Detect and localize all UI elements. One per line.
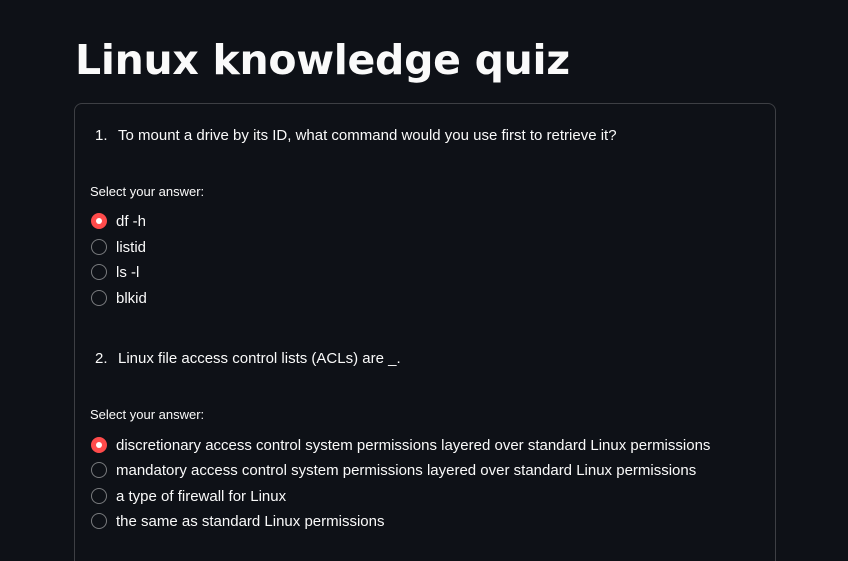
question-text: Linux file access control lists (ACLs) a… bbox=[118, 350, 401, 367]
question-2: 2. Linux file access control lists (ACLs)… bbox=[95, 350, 401, 367]
page-title: Linux knowledge quiz bbox=[75, 36, 570, 84]
q1-option-listid[interactable]: listid bbox=[91, 237, 146, 257]
radio-button-checked[interactable] bbox=[91, 213, 107, 229]
option-label: the same as standard Linux permissions bbox=[116, 512, 385, 530]
option-label: a type of firewall for Linux bbox=[116, 487, 287, 505]
q1-option-df-h[interactable]: df -h bbox=[91, 211, 146, 231]
option-label: blkid bbox=[116, 289, 147, 307]
select-answer-label: Select your answer: bbox=[90, 184, 205, 199]
radio-button[interactable] bbox=[91, 290, 107, 306]
quiz-page: Linux knowledge quiz 1. To mount a drive … bbox=[0, 0, 848, 561]
q2-option-discretionary[interactable]: discretionary access control system perm… bbox=[91, 435, 710, 455]
q1-option-blkid[interactable]: blkid bbox=[91, 288, 147, 308]
question-number: 2. bbox=[95, 350, 108, 367]
radio-button[interactable] bbox=[91, 462, 107, 478]
radio-button[interactable] bbox=[91, 264, 107, 280]
radio-button[interactable] bbox=[91, 488, 107, 504]
q1-option-ls-l[interactable]: ls -l bbox=[91, 262, 139, 282]
option-label: ls -l bbox=[116, 263, 140, 281]
radio-button[interactable] bbox=[91, 239, 107, 255]
radio-button-checked[interactable] bbox=[91, 437, 107, 453]
q2-option-same-as-standard[interactable]: the same as standard Linux permissions bbox=[91, 511, 384, 531]
q2-option-mandatory[interactable]: mandatory access control system permissi… bbox=[91, 460, 696, 480]
option-label: listid bbox=[116, 238, 147, 256]
option-label: discretionary access control system perm… bbox=[116, 436, 711, 454]
radio-button[interactable] bbox=[91, 513, 107, 529]
option-label: mandatory access control system permissi… bbox=[116, 461, 697, 479]
question-1: 1. To mount a drive by its ID, what comma… bbox=[95, 127, 617, 144]
select-answer-label: Select your answer: bbox=[90, 407, 205, 422]
q2-option-firewall[interactable]: a type of firewall for Linux bbox=[91, 486, 286, 506]
question-number: 1. bbox=[95, 127, 108, 144]
question-text: To mount a drive by its ID, what command… bbox=[118, 127, 617, 144]
option-label: df -h bbox=[116, 212, 147, 230]
